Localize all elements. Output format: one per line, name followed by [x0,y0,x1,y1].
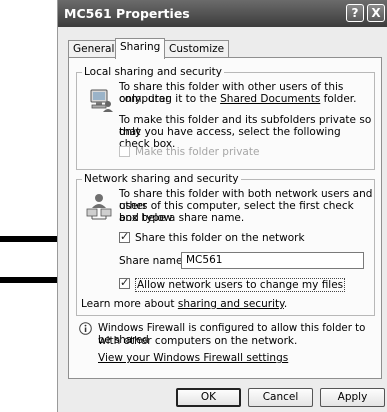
share-name-label: Share name: [119,255,186,267]
allow-change-checkbox[interactable] [119,276,130,289]
firewall-text-line-2: with other computers on the network. [98,335,298,347]
share-folder-label: Share this folder on the network [135,232,305,244]
sharing-security-link[interactable]: sharing and security [178,298,284,310]
network-sharing-group-label: Network sharing and security [82,173,241,185]
ok-button[interactable]: OK [176,388,241,407]
learn-more-line: Learn more about sharing and security. [81,298,287,310]
firewall-settings-link[interactable]: View your Windows Firewall settings [98,352,288,364]
tab-general[interactable]: General [68,40,120,58]
learn-more-prefix: Learn more about [81,298,178,310]
network-sharing-group: Network sharing and security To share th… [76,173,375,316]
computer-users-icon [90,89,113,112]
apply-button[interactable]: Apply [320,388,385,407]
local-share-text-prefix: only, drag it to the [119,93,221,105]
close-button[interactable]: X [367,4,385,22]
network-text-line-3: and type a share name. [119,212,245,224]
make-private-checkbox[interactable] [119,146,130,157]
share-folder-checkbox[interactable] [119,230,130,243]
share-name-input[interactable]: MC561 [181,252,364,269]
network-share-icon [86,194,112,220]
tab-sharing[interactable]: Sharing [115,38,166,59]
info-icon [79,322,92,335]
title-bar[interactable]: MC561 Properties ? X [58,0,387,27]
cancel-button[interactable]: Cancel [248,388,313,407]
local-sharing-group: Local sharing and security To share this… [76,66,375,170]
tab-customize[interactable]: Customize [164,40,230,58]
learn-more-suffix: . [283,298,288,310]
make-private-label: Make this folder private [135,146,260,158]
local-share-text-suffix: folder. [320,93,357,105]
allow-change-label: Allow network users to change my files [135,278,346,292]
help-button[interactable]: ? [346,4,364,22]
window-title: MC561 Properties [64,6,190,21]
shared-documents-link[interactable]: Shared Documents [220,93,320,105]
sharing-panel: Local sharing and security To share this… [68,57,382,379]
properties-dialog: MC561 Properties ? X General Sharing Cus… [57,0,387,412]
local-share-text-line-2: only, drag it to the Shared Documents fo… [119,93,357,105]
local-sharing-group-label: Local sharing and security [82,66,225,78]
